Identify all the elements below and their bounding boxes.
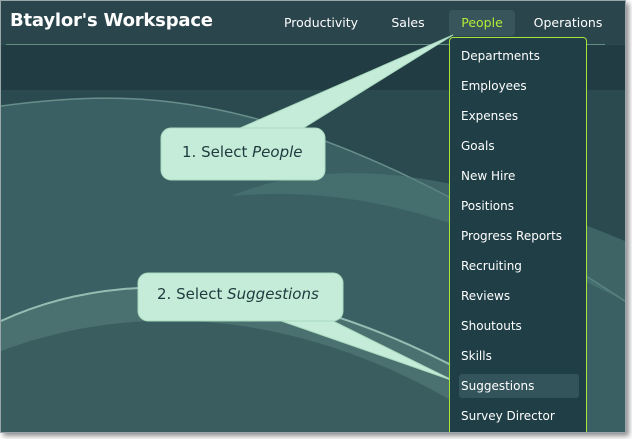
- menu-item-skills[interactable]: Skills: [459, 344, 579, 368]
- callout-1-pointer: [230, 34, 454, 133]
- menu-item-departments[interactable]: Departments: [459, 44, 579, 68]
- people-dropdown-menu: Departments Employees Expenses Goals New…: [449, 37, 587, 432]
- callout-2-text: 2. Select Suggestions: [157, 285, 319, 303]
- menu-item-positions[interactable]: Positions: [459, 194, 579, 218]
- menu-item-new-hire[interactable]: New Hire: [459, 164, 579, 188]
- callout-1-emphasis: People: [252, 143, 303, 161]
- menu-item-progress-reports[interactable]: Progress Reports: [459, 224, 579, 248]
- menu-item-recruiting[interactable]: Recruiting: [459, 254, 579, 278]
- menu-item-reviews[interactable]: Reviews: [459, 284, 579, 308]
- menu-item-suggestions[interactable]: Suggestions: [459, 374, 579, 398]
- menu-item-goals[interactable]: Goals: [459, 134, 579, 158]
- callout-1-prefix: 1. Select: [182, 143, 253, 161]
- menu-item-expenses[interactable]: Expenses: [459, 104, 579, 128]
- menu-item-survey-director[interactable]: Survey Director: [459, 404, 579, 428]
- callout-2-emphasis: Suggestions: [227, 285, 319, 303]
- callout-2-pointer: [266, 315, 455, 382]
- menu-item-employees[interactable]: Employees: [459, 74, 579, 98]
- callout-1-text: 1. Select People: [182, 143, 303, 161]
- app-window: Btaylor's Workspace Productivity Sales P…: [0, 0, 626, 433]
- callout-2-prefix: 2. Select: [157, 285, 228, 303]
- menu-item-shoutouts[interactable]: Shoutouts: [459, 314, 579, 338]
